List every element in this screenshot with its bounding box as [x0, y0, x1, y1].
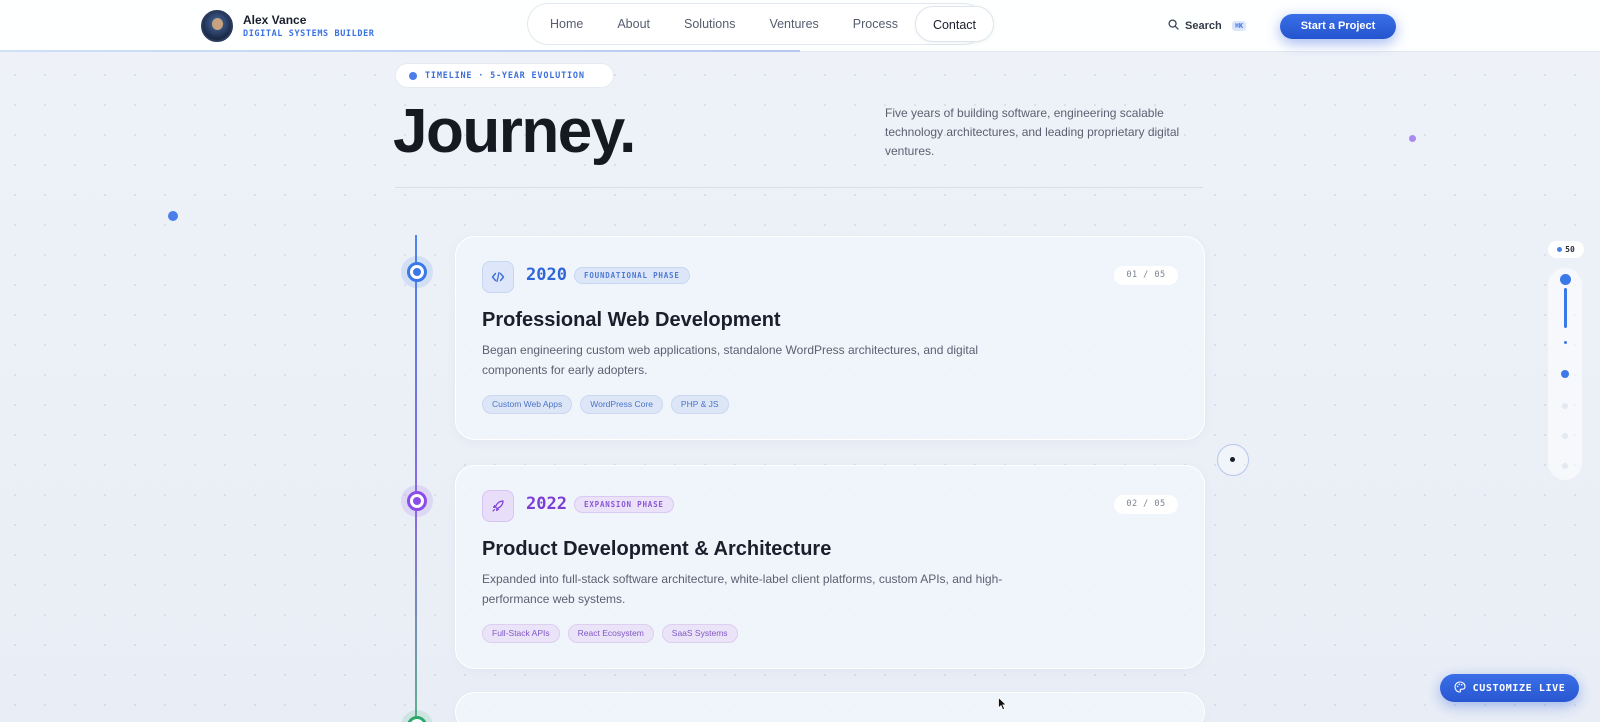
card-description: Began engineering custom web application…	[482, 343, 979, 377]
page-title: Journey.	[393, 97, 636, 166]
scroll-nav-dot[interactable]	[1562, 403, 1568, 409]
timeline-line	[415, 235, 417, 722]
badge-dot-icon	[1557, 247, 1563, 252]
scroll-nav-dot[interactable]	[1562, 463, 1568, 469]
tag: PHP & JS	[670, 395, 729, 414]
nav-contact[interactable]: Contact	[914, 6, 995, 42]
timeline-node-2020[interactable]	[407, 262, 427, 282]
card-title: Product Development & Architecture	[482, 538, 832, 560]
decorative-dot	[1409, 135, 1416, 142]
timeline-card-2020[interactable]: 2020 FOUNDATIONAL PHASE 01 / 05 Professi…	[455, 236, 1205, 440]
search-icon	[1168, 19, 1179, 33]
card-counter: 02 / 05	[1114, 495, 1178, 514]
code-icon	[482, 261, 514, 293]
card-description: Expanded into full-stack software archit…	[482, 572, 1003, 606]
nav-process[interactable]: Process	[836, 6, 915, 42]
decorative-dot	[168, 211, 178, 221]
nav-ventures[interactable]: Ventures	[752, 6, 835, 42]
scroll-nav-dot[interactable]	[1564, 341, 1567, 344]
tag: React Ecosystem	[567, 624, 654, 643]
search-button[interactable]: Search ⌘K	[1148, 12, 1250, 40]
timeline-node-2022[interactable]	[407, 491, 427, 511]
card-tags: Custom Web Apps WordPress Core PHP & JS	[482, 395, 729, 414]
scroll-nav-dot[interactable]	[1560, 274, 1571, 285]
card-year: 2022	[526, 494, 567, 514]
search-label: Search	[1185, 20, 1222, 32]
timeline-card-next[interactable]	[455, 692, 1205, 722]
top-header: Alex Vance DIGITAL SYSTEMS BUILDER Home …	[0, 0, 1600, 52]
brand-subtitle: DIGITAL SYSTEMS BUILDER	[243, 29, 375, 39]
cursor-follower	[1217, 444, 1249, 476]
main-nav: Home About Solutions Ventures Process Co…	[527, 3, 995, 45]
tag: WordPress Core	[580, 395, 663, 414]
hero-description: Five years of building software, enginee…	[885, 106, 1180, 158]
nav-solutions[interactable]: Solutions	[667, 6, 752, 42]
search-shortcut: ⌘K	[1231, 21, 1247, 31]
scroll-nav-dot[interactable]	[1562, 433, 1568, 439]
timeline-pill: TIMELINE · 5-YEAR EVOLUTION	[395, 63, 614, 88]
scroll-nav-progress	[1564, 288, 1567, 328]
tag: SaaS Systems	[661, 624, 738, 643]
brand[interactable]: Alex Vance DIGITAL SYSTEMS BUILDER	[201, 10, 375, 42]
start-project-button[interactable]: Start a Project	[1280, 14, 1396, 39]
divider	[395, 187, 1203, 188]
timeline-node-next[interactable]	[407, 716, 427, 722]
card-title: Professional Web Development	[482, 309, 781, 331]
scroll-percent-badge: 50	[1548, 241, 1584, 258]
scroll-nav-dot[interactable]	[1561, 370, 1569, 378]
card-tags: Full-Stack APIs React Ecosystem SaaS Sys…	[482, 624, 738, 643]
rocket-icon	[482, 490, 514, 522]
nav-about[interactable]: About	[600, 6, 667, 42]
section-scroll-nav[interactable]	[1548, 268, 1582, 480]
tag: Custom Web Apps	[482, 395, 573, 414]
timeline-pill-label: TIMELINE · 5-YEAR EVOLUTION	[425, 70, 585, 81]
card-counter: 01 / 05	[1114, 266, 1178, 285]
avatar	[201, 10, 233, 42]
customize-label: CUSTOMIZE LIVE	[1472, 682, 1566, 694]
tag: Full-Stack APIs	[482, 624, 560, 643]
scroll-progress-bar	[0, 50, 800, 52]
palette-icon	[1454, 680, 1466, 696]
brand-name: Alex Vance	[243, 13, 307, 27]
card-year: 2020	[526, 265, 567, 285]
nav-home[interactable]: Home	[533, 6, 600, 42]
timeline-card-2022[interactable]: 2022 EXPANSION PHASE 02 / 05 Product Dev…	[455, 465, 1205, 669]
phase-badge: FOUNDATIONAL PHASE	[574, 267, 690, 284]
pill-dot-icon	[409, 71, 417, 80]
phase-badge: EXPANSION PHASE	[574, 496, 674, 513]
scroll-percent: 50	[1565, 245, 1575, 254]
customize-live-button[interactable]: CUSTOMIZE LIVE	[1440, 674, 1579, 702]
